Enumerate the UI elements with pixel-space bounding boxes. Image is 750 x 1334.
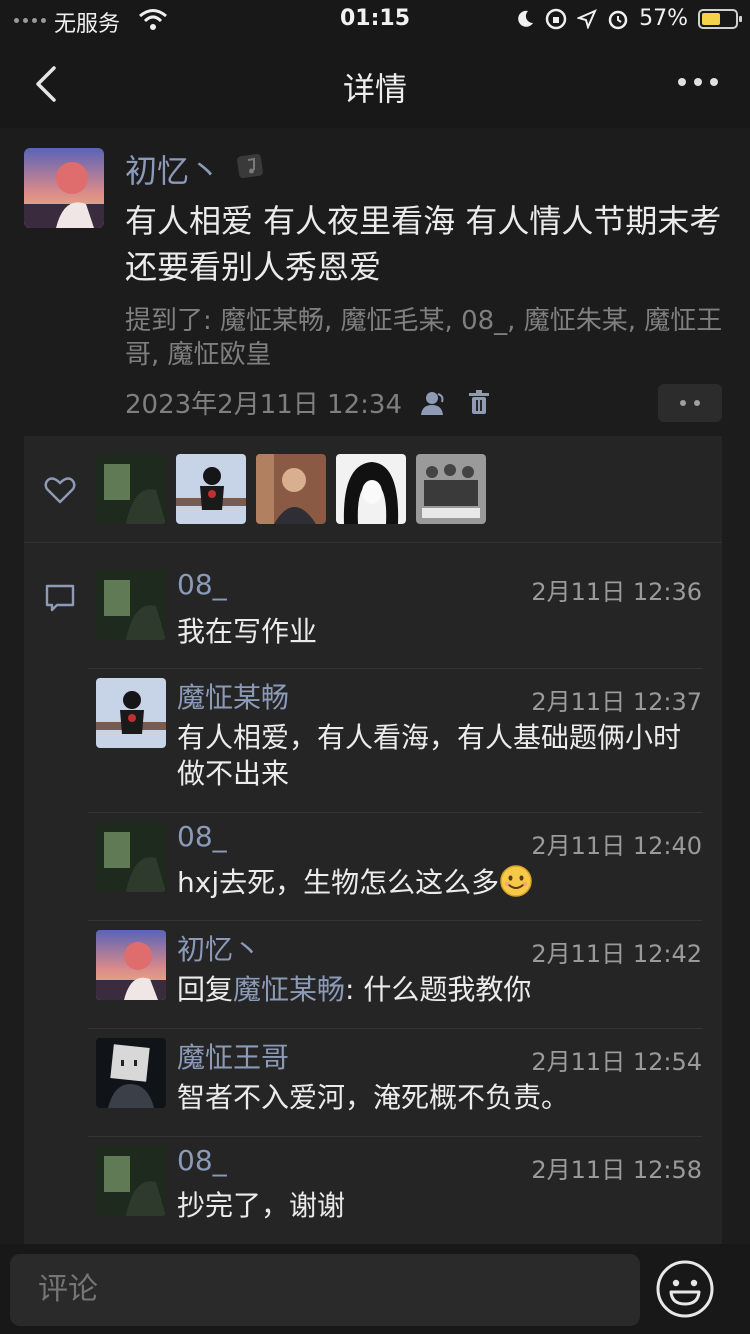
- commenter-name[interactable]: 魔怔某畅: [177, 676, 289, 716]
- liker-avatar[interactable]: [416, 454, 486, 524]
- liker-avatar[interactable]: [336, 454, 406, 524]
- post-body: 有人相爱 有人夜里看海 有人情人节期末考还要看别人秀恩爱: [125, 202, 722, 286]
- liker-avatar[interactable]: [96, 454, 166, 524]
- commenter-name[interactable]: 初忆丶: [177, 928, 261, 968]
- music-note-icon: [237, 153, 263, 179]
- alarm-icon: [608, 10, 628, 29]
- commenter-name[interactable]: 08_: [177, 1144, 227, 1177]
- comment-time: 2月11日 12:42: [531, 940, 702, 968]
- comment-time: 2月11日 12:58: [531, 1156, 702, 1184]
- commenter-name[interactable]: 08_: [177, 568, 227, 601]
- comment-item[interactable]: 08_ 2月11日 12:36 我在写作业: [88, 562, 702, 668]
- like-comment-menu-button[interactable]: [658, 384, 722, 422]
- comment-time: 2月11日 12:37: [531, 688, 702, 716]
- status-bar: 无服务 01:15 57%: [0, 0, 750, 40]
- rotation-lock-icon: [545, 8, 567, 29]
- commenter-avatar[interactable]: [96, 1146, 166, 1216]
- smiling-face-emoji-icon: [500, 865, 532, 897]
- page-title: 详情: [342, 70, 407, 108]
- commenter-avatar[interactable]: [96, 930, 166, 1000]
- moon-icon: [518, 10, 534, 27]
- likes-row: [24, 436, 722, 543]
- comment-text: hxj去死，生物怎么这么多: [177, 864, 697, 901]
- comment-item[interactable]: 初忆丶 2月11日 12:42 回复魔怔某畅: 什么题我教你: [88, 920, 702, 1028]
- trash-icon[interactable]: [464, 388, 494, 418]
- comment-bubble-icon: [45, 584, 75, 612]
- comment-time: 2月11日 12:54: [531, 1048, 702, 1076]
- commenter-avatar[interactable]: [96, 678, 166, 748]
- commenter-avatar[interactable]: [96, 1038, 166, 1108]
- commenter-avatar[interactable]: [96, 822, 166, 892]
- comment-bar: [0, 1244, 750, 1334]
- comment-item[interactable]: 08_ 2月11日 12:58 抄完了，谢谢: [88, 1136, 702, 1244]
- comment-text: 回复魔怔某畅: 什么题我教你: [177, 973, 532, 1006]
- heart-icon: [44, 477, 76, 504]
- author-name[interactable]: 初忆丶: [125, 146, 221, 192]
- comment-text: 抄完了，谢谢: [177, 1189, 346, 1222]
- emoji-button-icon[interactable]: [654, 1258, 716, 1320]
- commenter-name[interactable]: 魔怔王哥: [177, 1036, 289, 1076]
- author-avatar[interactable]: [24, 148, 104, 228]
- comment-text: 智者不入爱河，淹死概不负责。: [177, 1081, 570, 1114]
- liker-avatar[interactable]: [256, 454, 326, 524]
- post-date: 2023年2月11日 12:34: [125, 390, 402, 420]
- comment-item[interactable]: 魔怔某畅 2月11日 12:37 有人相爱，有人看海，有人基础题俩小时做不出来: [88, 668, 702, 812]
- more-options-icon[interactable]: [678, 78, 718, 86]
- battery-percent: 57%: [639, 6, 688, 31]
- comment-time: 2月11日 12:40: [531, 832, 702, 860]
- location-icon: [577, 8, 598, 29]
- liker-avatar[interactable]: [176, 454, 246, 524]
- commenter-avatar[interactable]: [96, 570, 166, 640]
- comment-item[interactable]: 08_ 2月11日 12:40 hxj去死，生物怎么这么多: [88, 812, 702, 920]
- reply-target-name[interactable]: 魔怔某畅: [233, 973, 345, 1006]
- comment-time: 2月11日 12:36: [531, 578, 702, 606]
- comment-text: 有人相爱，有人看海，有人基础题俩小时做不出来: [177, 721, 682, 790]
- mentions-list[interactable]: 提到了: 魔怔某畅, 魔怔毛某, 08_, 魔怔朱某, 魔怔王哥, 魔怔欧皇: [125, 304, 725, 372]
- interaction-panel: 08_ 2月11日 12:36 我在写作业 魔怔某畅 2月11日 12:37 有…: [24, 436, 722, 1244]
- comment-input[interactable]: [10, 1254, 640, 1326]
- people-icon[interactable]: [418, 388, 448, 418]
- battery-icon: [698, 8, 742, 29]
- navigation-bar: 详情: [0, 40, 750, 128]
- commenter-name[interactable]: 08_: [177, 820, 227, 853]
- comment-text: 我在写作业: [177, 615, 318, 648]
- post-detail: 初忆丶 有人相爱 有人夜里看海 有人情人节期末考还要看别人秀恩爱 提到了: 魔怔…: [0, 128, 750, 1244]
- comment-item[interactable]: 魔怔王哥 2月11日 12:54 智者不入爱河，淹死概不负责。: [88, 1028, 702, 1136]
